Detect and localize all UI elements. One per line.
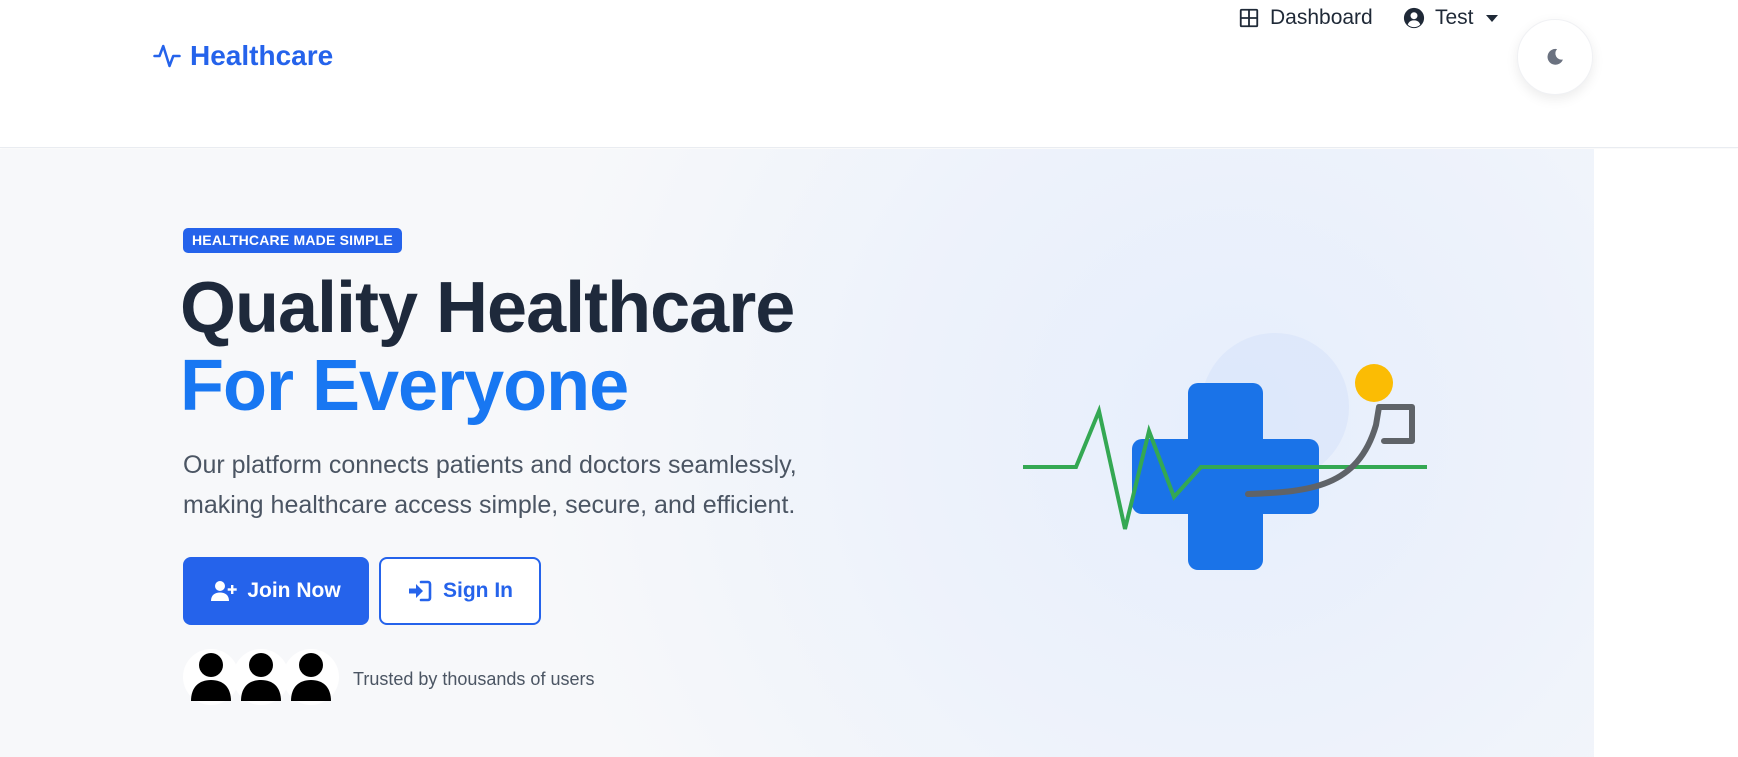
hero-section: HEALTHCARE MADE SIMPLE Quality Healthcar…: [0, 149, 1594, 757]
stethoscope-chestpiece-icon: [1355, 364, 1393, 402]
hero-title-line1: Quality Healthcare: [180, 268, 795, 348]
grid-icon: [1239, 8, 1259, 28]
user-circle-icon: [1403, 7, 1425, 29]
user-icon: [241, 653, 281, 701]
hero-subtitle: Our platform connects patients and docto…: [183, 451, 797, 519]
sign-in-button[interactable]: Sign In: [379, 557, 541, 625]
user-plus-icon: [211, 581, 238, 601]
nav-user-label: Test: [1435, 6, 1474, 29]
user-icon: [191, 653, 231, 701]
medical-illustration: [1023, 333, 1427, 570]
page: Healthcare Dashboard Test HEALTHCARE MAD…: [0, 0, 1738, 757]
medical-cross-horizontal: [1132, 439, 1319, 514]
nav-dashboard-label: Dashboard: [1270, 6, 1373, 29]
nav-dashboard[interactable]: Dashboard: [1238, 0, 1373, 36]
hero-badge: HEALTHCARE MADE SIMPLE: [183, 228, 402, 253]
trust-text: Trusted by thousands of users: [353, 669, 595, 689]
avatar: [283, 649, 339, 705]
pulse-icon: [153, 44, 181, 68]
hero-title: Quality Healthcare For Everyone: [180, 268, 795, 426]
join-now-button[interactable]: Join Now: [183, 557, 369, 625]
navbar: Healthcare Dashboard Test: [0, 0, 1738, 148]
user-icon: [291, 653, 331, 701]
theme-toggle-button[interactable]: [1517, 19, 1593, 95]
join-now-label: Join Now: [247, 579, 341, 602]
hero-title-line2: For Everyone: [180, 346, 629, 426]
moon-icon: [1547, 48, 1563, 65]
brand-link[interactable]: Healthcare: [152, 38, 333, 74]
avatar: [183, 649, 239, 705]
avatar: [233, 649, 289, 705]
user-avatars: [183, 649, 339, 705]
brand-name: Healthcare: [190, 40, 334, 71]
sign-in-icon: [409, 580, 432, 602]
chevron-down-icon: [1485, 14, 1498, 22]
page-right-margin: [1594, 149, 1738, 757]
nav-user-dropdown[interactable]: Test: [1403, 0, 1498, 36]
sign-in-label: Sign In: [443, 579, 513, 602]
